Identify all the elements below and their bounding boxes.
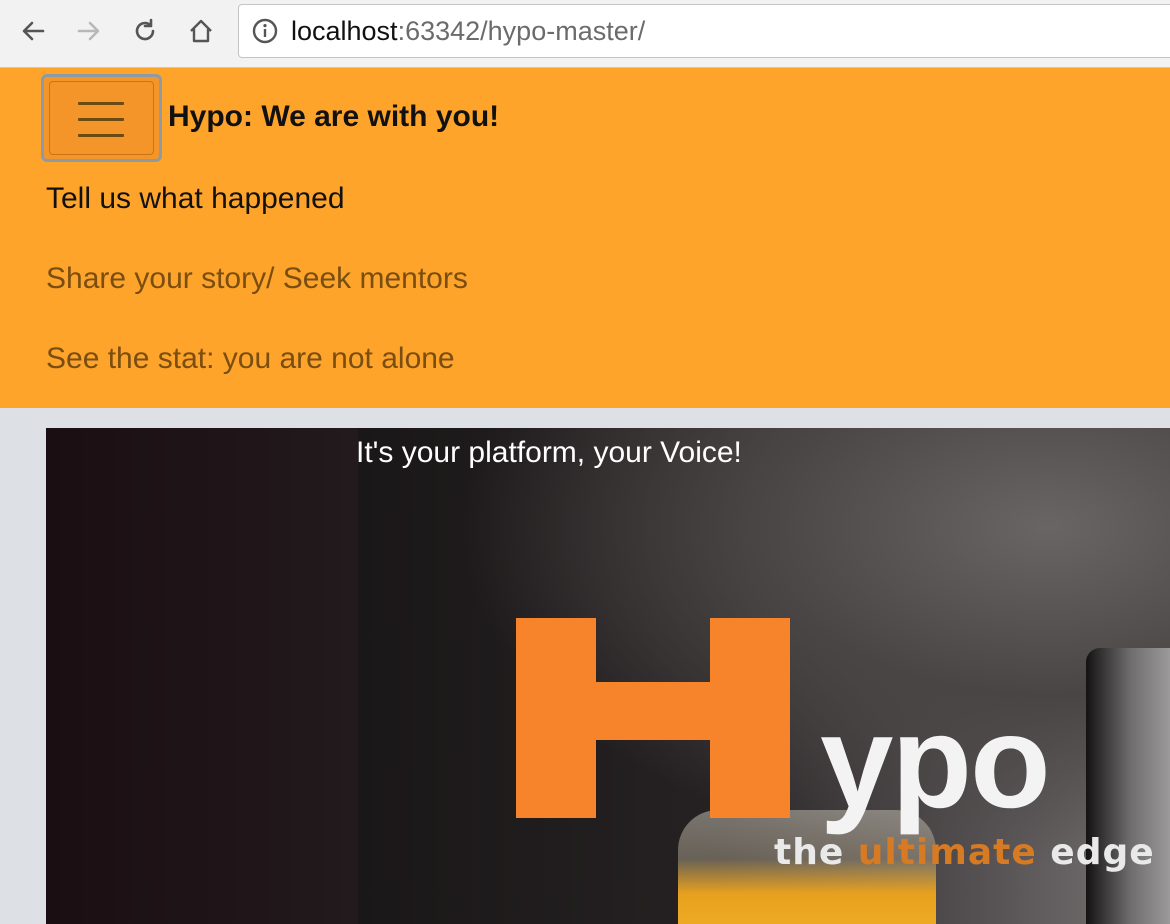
reload-icon xyxy=(135,18,155,41)
tagline-pre: the xyxy=(774,832,858,873)
nav-link-share-story[interactable]: Share your story/ Seek mentors xyxy=(46,262,468,296)
home-button[interactable] xyxy=(184,14,218,48)
reload-button[interactable] xyxy=(128,14,162,48)
home-icon xyxy=(190,19,212,43)
menu-toggle-button[interactable] xyxy=(41,74,162,162)
nav-link-stats[interactable]: See the stat: you are not alone xyxy=(46,342,455,376)
site-brand[interactable]: Hypo: We are with you! xyxy=(168,100,499,134)
address-bar[interactable]: localhost:63342/hypo-master/ xyxy=(238,4,1170,58)
arrow-right-icon xyxy=(77,21,100,41)
back-button[interactable] xyxy=(16,14,50,48)
browser-toolbar: localhost:63342/hypo-master/ xyxy=(0,0,1170,68)
logo-wordmark: ypo xyxy=(820,688,1051,835)
forward-button[interactable] xyxy=(72,14,106,48)
nav-link-tell-us[interactable]: Tell us what happened xyxy=(46,182,345,216)
logo-h-mark xyxy=(516,618,790,818)
tagline-post: edge xyxy=(1036,832,1155,873)
site-navbar: Hypo: We are with you! Tell us what happ… xyxy=(0,68,1170,408)
info-icon[interactable] xyxy=(251,17,279,45)
url-host: localhost xyxy=(291,15,398,46)
tagline-highlight: ultimate xyxy=(857,832,1037,873)
logo-tagline: the ultimate edge xyxy=(774,832,1155,873)
hero-banner: ypo the ultimate edge It's your platform… xyxy=(46,428,1170,924)
arrow-left-icon xyxy=(22,21,45,41)
url-text: localhost:63342/hypo-master/ xyxy=(291,16,645,47)
laptop-screen-graphic xyxy=(1086,648,1170,924)
hero-title: It's your platform, your Voice! xyxy=(356,436,742,469)
hero-dark-panel xyxy=(46,428,358,924)
url-path: :63342/hypo-master/ xyxy=(397,15,646,46)
